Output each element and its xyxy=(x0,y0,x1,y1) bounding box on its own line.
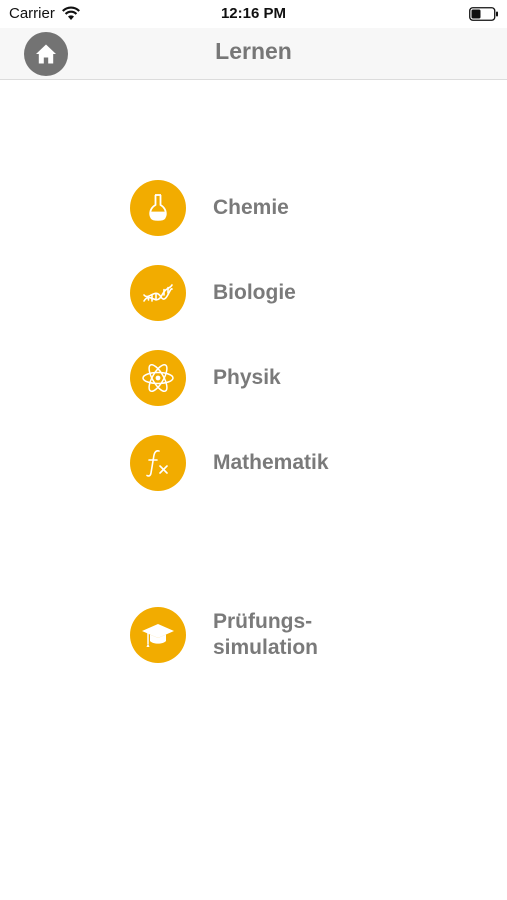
dna-icon xyxy=(130,265,186,321)
page-title: Lernen xyxy=(215,38,292,64)
status-time: 12:16 PM xyxy=(220,5,287,22)
menu-item-pruefungssimulation[interactable]: Prüfungs- simulation xyxy=(130,607,380,663)
status-bar: Carrier 12:16 PM xyxy=(0,0,507,28)
menu-label-physik: Physik xyxy=(213,366,281,389)
menu-item-physik[interactable]: Physik xyxy=(130,350,380,406)
menu-label-chemie: Chemie xyxy=(213,196,289,219)
menu-label-pruefungssimulation-line2: simulation xyxy=(213,636,319,659)
graduation-cap-icon xyxy=(130,607,186,663)
menu-label-pruefungssimulation: Prüfungs- simulation xyxy=(213,609,318,661)
menu-label-pruefungssimulation-line1: Prüfungs- xyxy=(213,610,313,633)
flask-icon xyxy=(130,180,186,236)
atom-icon xyxy=(130,350,186,406)
menu-item-biologie[interactable]: Biologie xyxy=(130,265,380,321)
menu-item-chemie[interactable]: Chemie xyxy=(130,180,380,236)
menu-item-mathematik[interactable]: Mathematik xyxy=(130,435,380,491)
function-icon xyxy=(130,435,186,491)
menu-label-biologie: Biologie xyxy=(213,281,296,304)
battery-icon xyxy=(469,7,498,21)
menu-label-mathematik: Mathematik xyxy=(213,451,329,474)
navigation-bar: Lernen xyxy=(0,28,507,80)
